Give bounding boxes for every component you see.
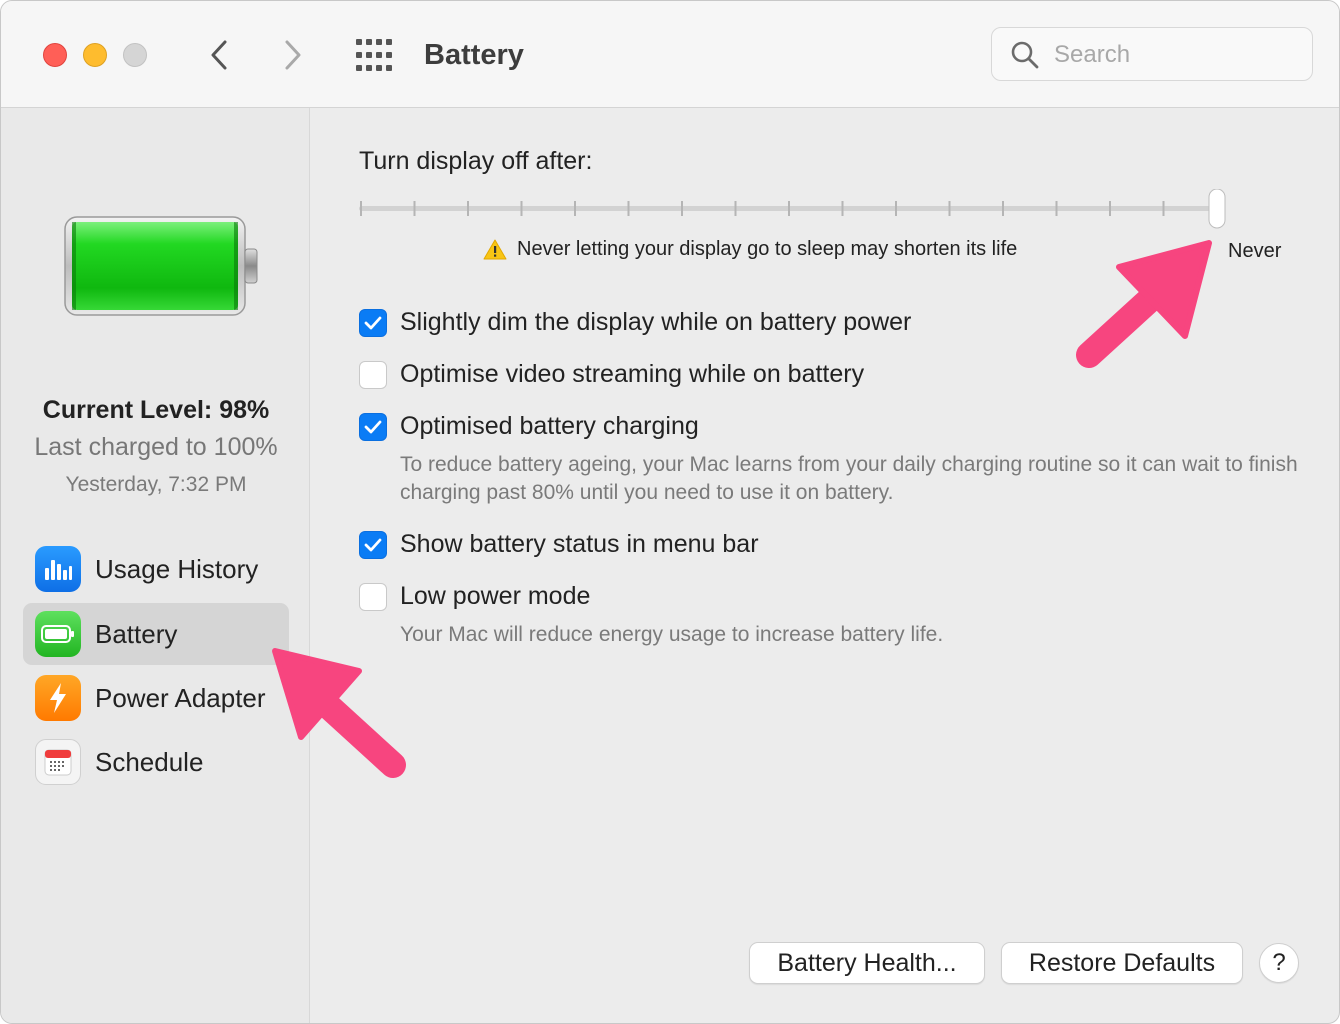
- checkmark-icon: [364, 316, 382, 329]
- back-button[interactable]: [199, 35, 239, 75]
- sidebar-item-label: Usage History: [95, 553, 259, 584]
- option-menu-bar-status[interactable]: Show battery status in menu bar: [359, 530, 759, 559]
- sidebar-item-battery[interactable]: Battery: [23, 603, 289, 665]
- sidebar-item-label: Battery: [95, 618, 178, 649]
- option-label: Low power mode: [400, 582, 591, 610]
- window-title: Battery: [424, 39, 524, 71]
- minimize-window-button[interactable]: [83, 43, 107, 67]
- option-label: Slightly dim the display while on batter…: [400, 308, 912, 336]
- search-input[interactable]: [1052, 38, 1296, 72]
- sidebar-item-label: Schedule: [95, 746, 204, 777]
- search-icon: [1011, 41, 1039, 69]
- schedule-icon: [35, 739, 81, 785]
- slider-value-label: Never: [1228, 240, 1282, 262]
- checkmark-icon: [364, 538, 382, 551]
- option-optimised-charging[interactable]: Optimised battery charging: [359, 412, 699, 441]
- help-button[interactable]: ?: [1259, 943, 1299, 983]
- sidebar-item-usage-history[interactable]: Usage History: [23, 538, 289, 600]
- close-window-button[interactable]: [43, 43, 67, 67]
- usage-history-icon: [35, 546, 81, 592]
- option-low-power-mode[interactable]: Low power mode: [359, 582, 590, 611]
- last-charged-text: Last charged to 100%: [34, 433, 278, 461]
- last-charged-time: Yesterday, 7:32 PM: [65, 473, 247, 496]
- search-field[interactable]: [991, 27, 1313, 81]
- option-dim-display[interactable]: Slightly dim the display while on batter…: [359, 308, 911, 337]
- checkmark-icon: [364, 420, 382, 433]
- zoom-window-button[interactable]: [123, 43, 147, 67]
- display-sleep-label: Turn display off after:: [359, 147, 593, 175]
- warning-text: Never letting your display go to sleep m…: [517, 238, 1018, 260]
- warning-icon: [483, 239, 507, 260]
- restore-defaults-button[interactable]: Restore Defaults: [1001, 942, 1243, 984]
- display-sleep-warning: Never letting your display go to sleep m…: [483, 238, 1017, 261]
- option-help-text: To reduce battery ageing, your Mac learn…: [400, 453, 1298, 504]
- checkbox[interactable]: [359, 582, 387, 611]
- battery-level-graphic: [64, 216, 258, 316]
- display-sleep-slider[interactable]: [359, 189, 1229, 229]
- battery-icon: [35, 611, 81, 657]
- option-help-text: Your Mac will reduce energy usage to inc…: [400, 623, 944, 646]
- sidebar-item-power-adapter[interactable]: Power Adapter: [23, 667, 289, 729]
- checkbox[interactable]: [359, 412, 387, 441]
- option-label: Optimised battery charging: [400, 412, 699, 440]
- grid-icon: [356, 39, 392, 71]
- checkbox[interactable]: [359, 530, 387, 559]
- sidebar-item-label: Power Adapter: [95, 682, 266, 713]
- checkbox[interactable]: [359, 308, 387, 337]
- checkbox[interactable]: [359, 360, 387, 389]
- chevron-left-icon: [211, 40, 227, 70]
- chevron-right-icon: [285, 40, 301, 70]
- slider-knob[interactable]: [1208, 189, 1226, 229]
- sidebar-item-schedule[interactable]: Schedule: [23, 731, 289, 793]
- annotation-arrow: [272, 648, 406, 778]
- show-all-button[interactable]: [353, 37, 395, 73]
- battery-health-button[interactable]: Battery Health...: [749, 942, 985, 984]
- option-label: Optimise video streaming while on batter…: [400, 360, 865, 388]
- title-bar: Battery: [1, 1, 1339, 108]
- preferences-window: Battery Search Current Level: 98% Last c…: [0, 0, 1340, 1024]
- power-adapter-icon: [35, 675, 81, 721]
- forward-button[interactable]: [273, 35, 313, 75]
- annotation-arrow: [1076, 240, 1212, 368]
- current-level-text: Current Level: 98%: [42, 396, 270, 424]
- option-video-streaming[interactable]: Optimise video streaming while on batter…: [359, 360, 864, 389]
- option-label: Show battery status in menu bar: [400, 530, 759, 558]
